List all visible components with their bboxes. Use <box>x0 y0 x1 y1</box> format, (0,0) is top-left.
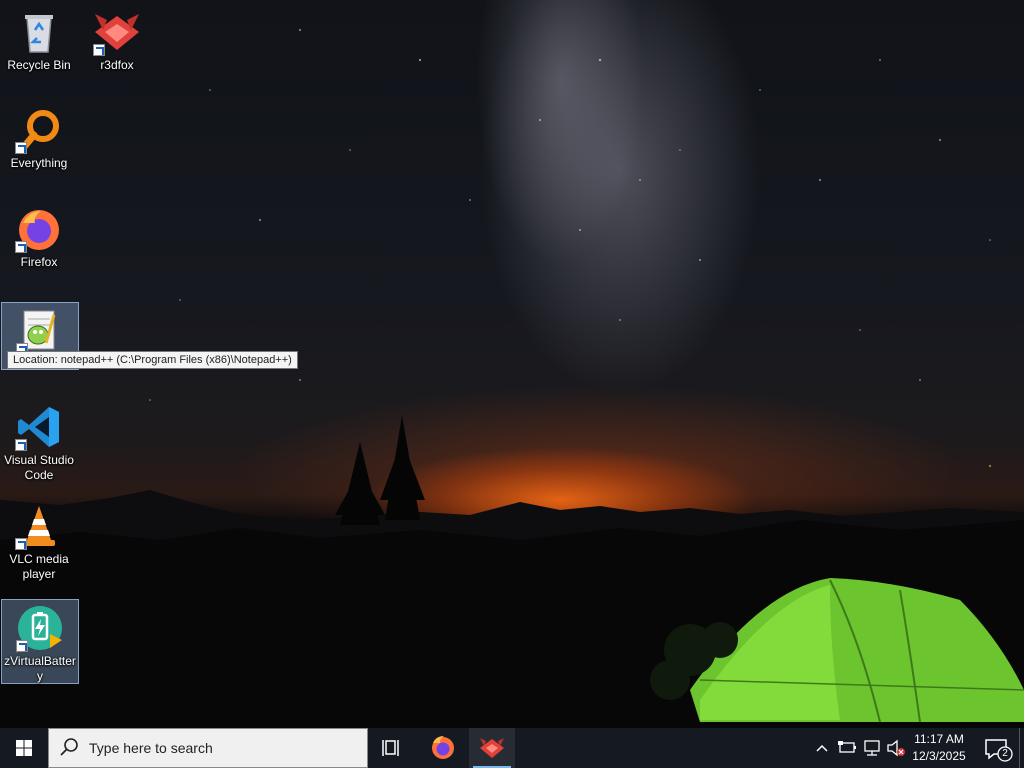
shortcut-arrow-icon <box>15 241 27 253</box>
vlc-icon <box>15 502 63 550</box>
shortcut-arrow-icon <box>15 439 27 451</box>
taskbar-clock[interactable]: 11:17 AM 12/3/2025 <box>906 730 972 766</box>
taskbar: Type here to search 11:17 AM 12/3/2025 2 <box>0 728 1024 768</box>
clock-time: 11:17 AM <box>914 732 964 746</box>
clock-date: 12/3/2025 <box>912 749 966 763</box>
desktop-icon-vscode[interactable]: Visual Studio Code <box>0 399 78 485</box>
desktop-icon-label: zVirtualBattery <box>4 654 76 683</box>
task-view-button[interactable] <box>369 728 415 768</box>
action-center-button[interactable]: 2 <box>978 728 1018 768</box>
notepad-plus-plus-icon <box>16 307 64 355</box>
everything-search-icon <box>15 106 63 154</box>
desktop-icon-recycle-bin[interactable]: Recycle Bin <box>0 4 78 76</box>
firefox-icon <box>15 205 63 253</box>
task-view-icon <box>382 740 399 756</box>
desktop-icon-zvirtualbattery[interactable]: zVirtualBattery <box>1 599 79 684</box>
shortcut-arrow-icon <box>93 44 105 56</box>
desktop-icon-label: VLC media player <box>9 552 69 581</box>
show-hidden-icons-button[interactable] <box>810 728 834 768</box>
shortcut-arrow-icon <box>15 142 27 154</box>
battery-icon <box>838 741 856 753</box>
shortcut-arrow-icon <box>15 538 27 550</box>
battery-tray-button[interactable] <box>835 728 859 768</box>
chevron-up-icon <box>816 744 828 752</box>
desktop-icon-r3dfox[interactable]: r3dfox <box>78 4 156 76</box>
network-tray-button[interactable] <box>860 728 884 768</box>
desktop-icon-firefox[interactable]: Firefox <box>0 201 78 273</box>
desktop-icon-vlc[interactable]: VLC media player <box>0 498 78 584</box>
desktop[interactable]: Recycle Bin r3dfox Everything Firefox Vi… <box>0 0 1024 728</box>
desktop-icon-label: Recycle Bin <box>7 58 71 72</box>
volume-muted-icon <box>887 739 905 757</box>
notification-count-badge: 2 <box>1002 748 1008 759</box>
r3dfox-icon <box>93 8 141 56</box>
windows-logo-icon <box>16 740 32 756</box>
recycle-bin-icon <box>15 8 63 56</box>
zvirtualbattery-icon <box>16 604 64 652</box>
location-tooltip: Location: notepad++ (C:\Program Files (x… <box>7 351 298 369</box>
taskbar-app-firefox[interactable] <box>420 728 466 768</box>
volume-tray-button[interactable] <box>884 728 908 768</box>
shortcut-arrow-icon <box>16 640 28 652</box>
network-icon <box>864 740 880 756</box>
desktop-icon-label: Visual Studio Code <box>4 453 74 482</box>
show-desktop-button[interactable] <box>1019 728 1024 768</box>
r3dfox-icon <box>480 738 504 758</box>
vscode-icon <box>15 403 63 451</box>
taskbar-search-box[interactable]: Type here to search <box>48 728 368 768</box>
search-placeholder: Type here to search <box>89 740 213 756</box>
search-icon <box>49 728 89 768</box>
desktop-icon-label: Everything <box>10 156 68 170</box>
firefox-icon <box>432 736 454 759</box>
taskbar-app-r3dfox[interactable] <box>469 728 515 768</box>
desktop-icon-label: r3dfox <box>100 58 134 72</box>
start-button[interactable] <box>0 728 48 768</box>
desktop-icon-everything[interactable]: Everything <box>0 102 78 174</box>
desktop-icon-label: Firefox <box>20 255 58 269</box>
